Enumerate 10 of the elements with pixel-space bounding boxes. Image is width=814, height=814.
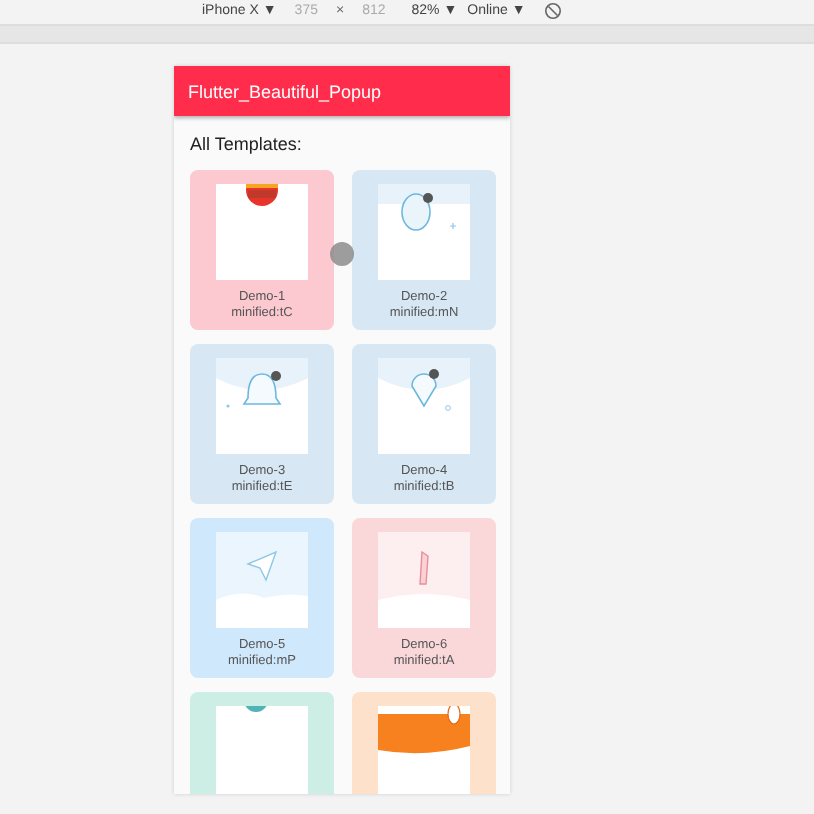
- illustration: [378, 706, 470, 794]
- illustration: [216, 184, 308, 280]
- app-title: Flutter_Beautiful_Popup: [188, 81, 382, 101]
- illustration: [216, 532, 308, 628]
- illustration: [216, 706, 308, 794]
- illustration: [378, 358, 470, 454]
- illustration: [378, 184, 470, 280]
- illustration: [378, 532, 470, 628]
- section-heading: All Templates:: [190, 134, 304, 154]
- illustration: [216, 358, 308, 454]
